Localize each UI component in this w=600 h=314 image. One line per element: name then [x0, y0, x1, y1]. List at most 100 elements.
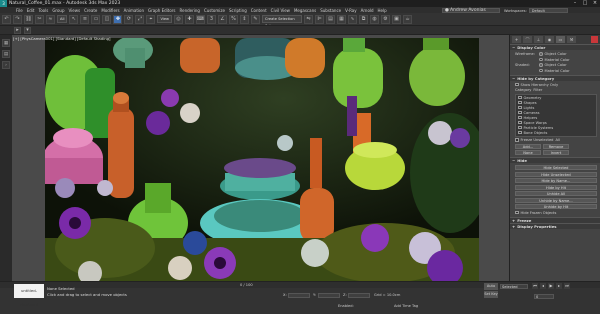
auto-key-button[interactable]: Auto Key: [484, 283, 498, 295]
menu-create[interactable]: Create: [84, 8, 97, 13]
placement-icon[interactable]: ⌖: [146, 14, 156, 24]
category-item[interactable]: Lights: [518, 106, 594, 110]
unlink-icon[interactable]: ✂: [35, 14, 44, 24]
category-item[interactable]: Particle Systems: [518, 126, 594, 130]
select-manipulate-icon[interactable]: ✚: [185, 14, 194, 24]
selected-dropdown[interactable]: Selected: [500, 284, 528, 289]
material-editor-icon[interactable]: ◍: [370, 14, 379, 24]
scene-explorer-icon[interactable]: ▦: [337, 14, 346, 24]
z-coordinate-field[interactable]: [348, 293, 370, 298]
set-key-button[interactable]: Set Key: [484, 291, 498, 298]
current-frame-field[interactable]: 0: [534, 294, 554, 299]
remove-button[interactable]: Remove: [543, 143, 569, 149]
undo-icon[interactable]: ↶: [2, 14, 11, 24]
hide-selected-button[interactable]: Hide Selected: [515, 165, 597, 170]
window-crossing-icon[interactable]: ◫: [102, 14, 112, 24]
snaps-toggle-icon[interactable]: 3: [207, 14, 216, 24]
wireframe-object-color-radio[interactable]: [539, 52, 543, 56]
menu-civil-view[interactable]: Civil View: [271, 8, 290, 13]
percent-snap-icon[interactable]: %: [229, 14, 238, 24]
hierarchy-tab-icon[interactable]: ⊥: [534, 36, 543, 43]
viewport-layout-icon[interactable]: ▦: [2, 39, 10, 47]
category-checkbox[interactable]: [518, 105, 522, 110]
schematic-view-icon[interactable]: ⧉: [359, 14, 368, 24]
menu-rendering[interactable]: Rendering: [180, 8, 200, 13]
category-item[interactable]: Helpers: [518, 116, 594, 120]
hide-frozen-checkbox[interactable]: [515, 210, 519, 215]
link-icon[interactable]: ⛓: [24, 14, 33, 24]
category-item[interactable]: Space Warps: [518, 121, 594, 125]
scene-states-icon[interactable]: ▤: [2, 50, 10, 58]
unhide-all-button[interactable]: Unhide All: [515, 191, 597, 196]
select-move-icon[interactable]: ✥: [113, 14, 123, 24]
align-icon[interactable]: ⊫: [315, 14, 324, 24]
menu-animation[interactable]: Animation: [124, 8, 144, 13]
bind-spacewarp-icon[interactable]: ≈: [46, 14, 55, 24]
utilities-tab-icon[interactable]: ⚒: [567, 36, 576, 43]
keyboard-shortcut-icon[interactable]: ⌨: [196, 14, 205, 24]
go-to-start-icon[interactable]: ⏮: [532, 283, 538, 289]
menu-scripting[interactable]: Scripting: [229, 8, 247, 13]
hide-unselected-button[interactable]: Hide Unselected: [515, 171, 597, 177]
menu-arnold[interactable]: Arnold: [361, 8, 374, 13]
rendered-frame-icon[interactable]: ▣: [392, 14, 401, 24]
menu-customize[interactable]: Customize: [204, 8, 225, 13]
close-icon[interactable]: ×: [592, 1, 598, 6]
reference-coord-dropdown[interactable]: View: [157, 15, 172, 23]
hide-by-name-button[interactable]: Hide by Name...: [515, 178, 597, 183]
unhide-by-hit-button[interactable]: Unhide by Hit: [515, 204, 597, 209]
angle-snap-icon[interactable]: ∠: [218, 14, 227, 24]
app-logo[interactable]: 3: [0, 0, 7, 7]
menu-edit[interactable]: Edit: [27, 8, 35, 13]
select-by-name-icon[interactable]: ≡: [80, 14, 90, 24]
y-coordinate-field[interactable]: [318, 293, 340, 298]
category-tab[interactable]: Category: [515, 88, 531, 92]
category-item[interactable]: Bone Objects: [518, 131, 594, 135]
menu-v-ray[interactable]: V-Ray: [345, 8, 356, 13]
menu-file[interactable]: File: [16, 8, 23, 13]
display-tab-icon[interactable]: ▭: [556, 36, 565, 43]
minimize-icon[interactable]: –: [572, 1, 578, 6]
select-scale-icon[interactable]: ⤢: [135, 14, 145, 24]
layer-explorer-icon[interactable]: ▤: [326, 14, 335, 24]
filter-tab[interactable]: Filter: [533, 88, 542, 92]
menu-views[interactable]: Views: [69, 8, 81, 13]
select-object-icon[interactable]: ↖: [69, 14, 79, 24]
category-checkbox[interactable]: [518, 130, 522, 135]
panel-color-swatch[interactable]: [591, 36, 598, 43]
x-coordinate-field[interactable]: [288, 293, 310, 298]
freeze-unselected-checkbox[interactable]: [515, 138, 519, 142]
menu-help[interactable]: Help: [378, 8, 387, 13]
spinner-snap-icon[interactable]: ⇕: [240, 14, 249, 24]
expand-strip-icon[interactable]: ›: [2, 61, 10, 69]
edit-named-sets-icon[interactable]: ✎: [251, 14, 260, 24]
category-item[interactable]: Cameras: [518, 111, 594, 115]
rect-selection-icon[interactable]: ▭: [91, 14, 101, 24]
invert-button[interactable]: Invert: [543, 150, 569, 155]
maxscript-listener[interactable]: untitled-MaxScript: [14, 284, 44, 307]
hide-by-hit-button[interactable]: Hide by Hit: [515, 184, 597, 190]
mirror-icon[interactable]: ⇋: [304, 14, 313, 24]
curve-editor-icon[interactable]: ∿: [348, 14, 357, 24]
category-item[interactable]: Shapes: [518, 101, 594, 105]
render-icon[interactable]: ☕: [403, 14, 412, 24]
display-properties-rollout[interactable]: + Display Properties: [510, 222, 600, 229]
render-setup-icon[interactable]: ⚙: [381, 14, 390, 24]
previous-frame-icon[interactable]: ◂: [540, 283, 546, 289]
category-checkbox[interactable]: [518, 120, 522, 125]
category-checkbox[interactable]: [518, 115, 522, 120]
menu-tools[interactable]: Tools: [38, 8, 48, 13]
shaded-material-color-radio[interactable]: [539, 68, 543, 73]
menu-group[interactable]: Group: [52, 8, 64, 13]
motion-tab-icon[interactable]: ◉: [545, 36, 554, 43]
ribbon-toggle-icon[interactable]: ▸: [14, 26, 21, 34]
play-icon[interactable]: ▶: [548, 283, 554, 289]
add-button[interactable]: Add...: [515, 143, 541, 149]
viewport-label[interactable]: [+] [PhysCamera001] [Standard] [Default …: [13, 36, 111, 41]
create-tab-icon[interactable]: +: [512, 36, 521, 43]
select-rotate-icon[interactable]: ⟳: [124, 14, 134, 24]
modify-tab-icon[interactable]: ⌒: [523, 36, 532, 43]
menu-content[interactable]: Content: [251, 8, 267, 13]
next-frame-icon[interactable]: ▸: [556, 283, 562, 289]
maximize-icon[interactable]: □: [582, 1, 588, 6]
